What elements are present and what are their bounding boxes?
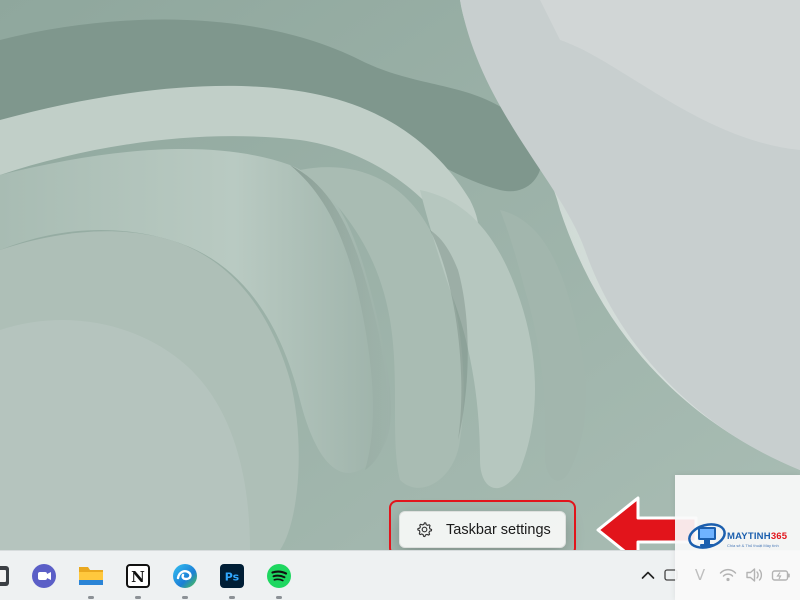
desktop-wallpaper bbox=[0, 0, 800, 550]
vietnamese-input-icon[interactable]: V bbox=[693, 565, 707, 585]
photoshop-icon[interactable]: Ps bbox=[217, 561, 247, 599]
maytinh365-logo-icon bbox=[688, 523, 726, 549]
volume-icon[interactable] bbox=[745, 567, 763, 587]
edge-icon[interactable] bbox=[170, 561, 200, 599]
battery-icon[interactable] bbox=[771, 567, 791, 587]
partially-visible-app-icon[interactable] bbox=[0, 561, 12, 591]
watermark: MAYTINH365 Chia sẻ & Thủ thuật Máy tính … bbox=[675, 475, 800, 600]
svg-text:Ps: Ps bbox=[225, 571, 240, 584]
spotify-icon[interactable] bbox=[264, 561, 294, 599]
svg-text:N: N bbox=[131, 568, 145, 586]
watermark-brand: MAYTINH365 bbox=[727, 531, 788, 542]
notion-icon[interactable]: N bbox=[123, 561, 153, 599]
highlight-box bbox=[389, 500, 576, 556]
file-explorer-icon[interactable] bbox=[76, 561, 106, 599]
wifi-icon[interactable] bbox=[719, 567, 737, 587]
teams-icon[interactable] bbox=[29, 561, 59, 591]
show-hidden-icons-chevron-icon[interactable] bbox=[638, 564, 658, 586]
watermark-tagline: Chia sẻ & Thủ thuật Máy tính bbox=[727, 543, 779, 548]
